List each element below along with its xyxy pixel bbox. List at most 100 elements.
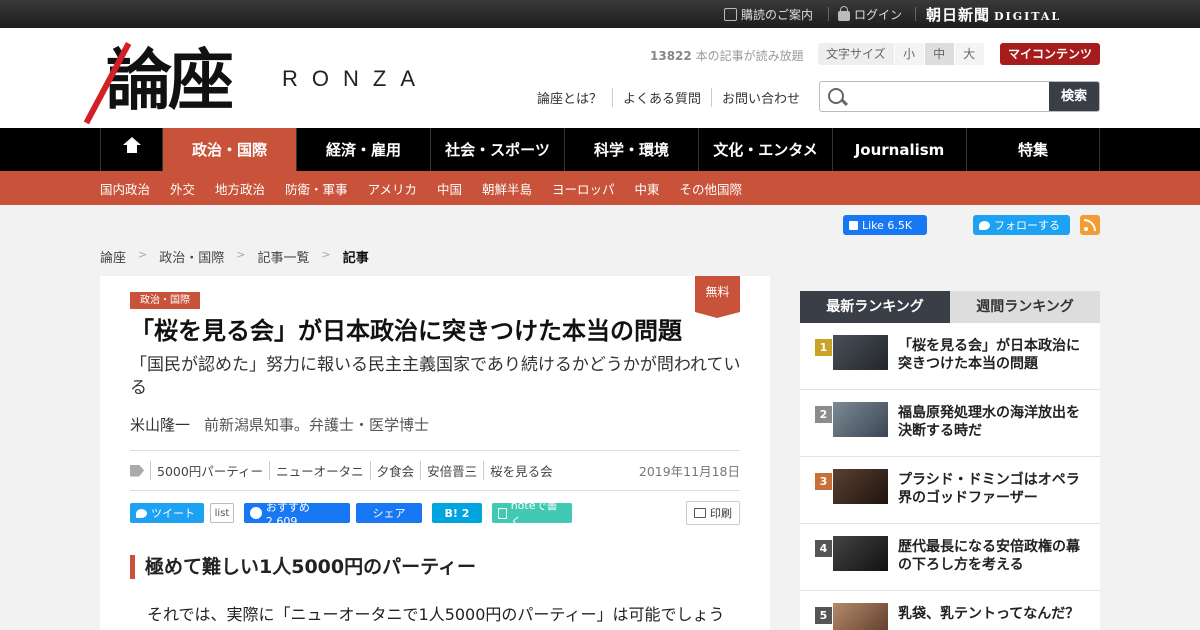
font-size-large[interactable]: 大: [953, 43, 984, 65]
print-button[interactable]: 印刷: [686, 501, 740, 525]
subnav-item[interactable]: その他国際: [680, 179, 743, 198]
subnav-item[interactable]: ヨーロッパ: [552, 179, 615, 198]
twitter-follow-button[interactable]: フォローする: [973, 215, 1070, 235]
breadcrumb: 論座 > 政治・国際 > 記事一覧 > 記事: [100, 247, 381, 266]
ronza-logo[interactable]: 論座: [83, 36, 276, 125]
nav-society[interactable]: 社会・スポーツ: [430, 128, 564, 171]
article-card: 政治・国際 無料 「桜を見る会」が日本政治に突きつけた本当の問題 「国民が認めた…: [100, 276, 770, 630]
tag-row: 5000円パーティー ニューオータニ 夕食会 安倍晋三 桜を見る会 2019年1…: [130, 450, 740, 491]
fb-like-label: Like 6.5K: [862, 218, 913, 232]
tag-link[interactable]: 夕食会: [369, 461, 421, 480]
article-title: 「桜を見る会」が日本政治に突きつけた本当の問題: [130, 317, 682, 345]
contact-link[interactable]: お問い合わせ: [711, 88, 810, 107]
subscribe-link[interactable]: 購読のご案内: [724, 6, 813, 23]
ranking-title: 福島原発処理水の海洋放出を決断する時だ: [898, 405, 1080, 439]
tweet-label: ツイート: [151, 507, 195, 520]
ranking-title: 「桜を見る会」が日本政治に突きつけた本当の問題: [898, 338, 1080, 372]
tag-link[interactable]: 安倍晋三: [420, 461, 483, 480]
fb-recommend-button[interactable]: おすすめ 2,609: [244, 501, 350, 528]
rank-number: 3: [815, 473, 832, 490]
share-buttons: ツイート list おすすめ 2,609 シェア B! 2 noteで書く: [130, 499, 572, 528]
breadcrumb-home[interactable]: 論座: [100, 247, 126, 266]
font-size-small[interactable]: 小: [893, 43, 924, 65]
breadcrumb-category[interactable]: 政治・国際: [159, 247, 224, 266]
subnav-item[interactable]: 中国: [437, 179, 462, 198]
header-links: 論座とは？ よくある質問 お問い合わせ: [537, 88, 810, 107]
ranking-thumbnail: [833, 402, 888, 437]
subnav-item[interactable]: 国内政治: [100, 179, 150, 198]
print-label: 印刷: [710, 507, 732, 520]
tweet-button[interactable]: ツイート: [130, 503, 204, 523]
nav-politics[interactable]: 政治・国際: [162, 128, 296, 171]
tag-link[interactable]: ニューオータニ: [269, 461, 370, 480]
login-label: ログイン: [854, 8, 903, 22]
thumbs-up-icon: [849, 220, 858, 230]
about-link[interactable]: 論座とは？: [537, 88, 612, 107]
ranking-item[interactable]: 4 歴代最長になる安倍政権の幕の下ろし方を考える: [800, 524, 1100, 591]
nav-special[interactable]: 特集: [966, 128, 1100, 171]
nav-economy[interactable]: 経済・雇用: [296, 128, 430, 171]
note-icon: [498, 507, 507, 519]
breadcrumb-current: 記事: [342, 251, 369, 266]
breadcrumb-separator: >: [321, 248, 331, 261]
nav-home[interactable]: [100, 128, 162, 171]
font-size-medium[interactable]: 中: [923, 43, 954, 65]
ranking-item[interactable]: 2 福島原発処理水の海洋放出を決断する時だ: [800, 390, 1100, 457]
fb-recommend-label: おすすめ 2,609: [265, 500, 310, 528]
ranking-thumbnail: [833, 469, 888, 504]
tag-link[interactable]: 5000円パーティー: [150, 461, 269, 480]
login-link[interactable]: ログイン: [838, 6, 902, 23]
ranking-item[interactable]: 1 「桜を見る会」が日本政治に突きつけた本当の問題: [800, 323, 1100, 390]
brand-sub: DIGITAL: [994, 10, 1062, 23]
search-input[interactable]: [850, 82, 1049, 111]
rss-icon[interactable]: [1080, 215, 1100, 235]
free-badge: 無料: [695, 276, 740, 318]
asahi-digital-logo[interactable]: 朝日新聞 DIGITAL: [926, 4, 1061, 25]
ranking-title: 歴代最長になる安倍政権の幕の下ろし方を考える: [898, 539, 1080, 573]
main-nav: 政治・国際 経済・雇用 社会・スポーツ 科学・環境 文化・エンタメ Journa…: [0, 128, 1200, 171]
faq-link[interactable]: よくある質問: [612, 88, 711, 107]
subnav-item[interactable]: 外交: [170, 179, 195, 198]
nav-journalism[interactable]: Journalism: [832, 128, 966, 171]
ranking-item[interactable]: 5 乳袋、乳テントってなんだ？: [800, 591, 1100, 630]
printer-icon: [694, 508, 706, 518]
article-subtitle: 「国民が認めた」努力に報いる民主主義国家であり続けるかどうかが問われている: [130, 355, 741, 398]
ranking-panel: 最新ランキング 週間ランキング 1 「桜を見る会」が日本政治に突きつけた本当の問…: [800, 291, 1100, 630]
tag-link[interactable]: 桜を見る会: [483, 461, 559, 480]
twitter-list-button[interactable]: list: [210, 503, 234, 523]
ranking-thumbnail: [833, 335, 888, 370]
author-role: 前新潟県知事。弁護士・医学博士: [204, 416, 430, 434]
search-button[interactable]: 検索: [1049, 82, 1099, 111]
body-paragraph: それでは、実際に「ニューオータニで1人5000円のパーティー」は可能でしょう: [147, 605, 725, 624]
tag-icon: [130, 464, 144, 477]
author-name[interactable]: 米山隆一: [130, 416, 190, 434]
top-bar: 購読のご案内 ログイン 朝日新聞 DIGITAL: [0, 0, 1200, 28]
hatena-bookmark-button[interactable]: B! 2: [432, 503, 482, 523]
nav-culture[interactable]: 文化・エンタメ: [698, 128, 832, 171]
nav-science[interactable]: 科学・環境: [564, 128, 698, 171]
read-count: 13822 本の記事が読み放題: [650, 47, 804, 64]
subnav-item[interactable]: 朝鮮半島: [482, 179, 532, 198]
my-contents-button[interactable]: マイコンテンツ: [1000, 43, 1100, 65]
facebook-icon: [250, 507, 262, 519]
ranking-title: 乳袋、乳テントってなんだ？: [898, 606, 1080, 622]
twitter-bird-icon: [136, 508, 147, 518]
facebook-like-button[interactable]: Like 6.5K: [843, 215, 927, 235]
divider: [915, 7, 916, 21]
publish-date: 2019年11月18日: [638, 464, 740, 479]
fb-share-button[interactable]: シェア: [356, 503, 422, 523]
font-size-control: 文字サイズ 小 中 大: [818, 43, 984, 65]
breadcrumb-list[interactable]: 記事一覧: [257, 247, 309, 266]
category-badge[interactable]: 政治・国際: [130, 292, 200, 309]
note-button[interactable]: noteで書く: [492, 499, 572, 528]
subnav-item[interactable]: アメリカ: [368, 179, 417, 198]
subnav-item[interactable]: 防衛・軍事: [285, 179, 348, 198]
tab-latest-ranking[interactable]: 最新ランキング: [800, 291, 950, 323]
note-label: noteで書く: [510, 499, 558, 528]
author-line: 米山隆一 前新潟県知事。弁護士・医学博士: [130, 414, 429, 435]
ranking-item[interactable]: 3 プラシド・ドミンゴはオペラ界のゴッドファーザー: [800, 457, 1100, 524]
subnav-item[interactable]: 地方政治: [215, 179, 265, 198]
tab-weekly-ranking[interactable]: 週間ランキング: [950, 291, 1100, 323]
rank-number: 5: [815, 607, 832, 624]
subnav-item[interactable]: 中東: [635, 179, 660, 198]
